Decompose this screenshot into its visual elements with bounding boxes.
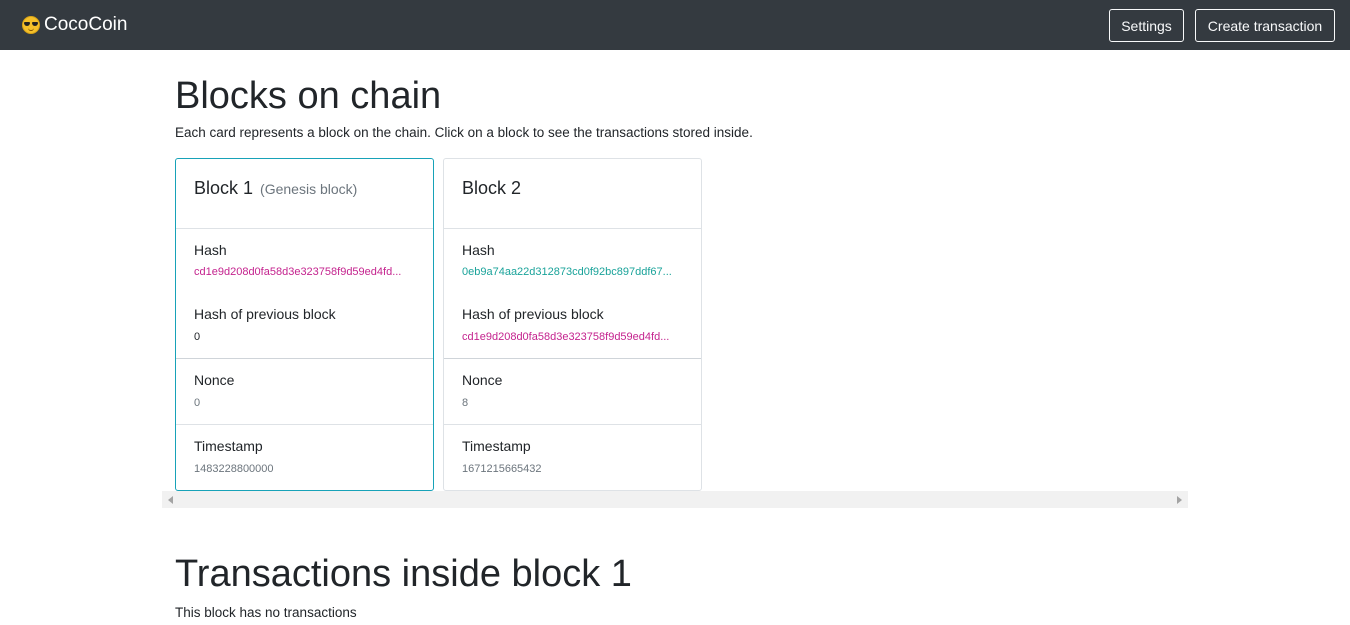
block-title: Block 2 <box>462 178 521 199</box>
block-card-1[interactable]: Block 1 (Genesis block) Hash cd1e9d208d0… <box>175 158 434 491</box>
block-nonce-section: Nonce 0 <box>176 359 433 425</box>
block-card-2[interactable]: Block 2 Hash 0eb9a74aa22d312873cd0f92bc8… <box>443 158 702 491</box>
sunglasses-face-icon <box>22 16 40 34</box>
scroll-left-arrow-icon[interactable] <box>168 496 173 504</box>
hash-value: 0eb9a74aa22d312873cd0f92bc897ddf67... <box>462 266 672 278</box>
block-card-header: Block 2 <box>444 159 701 229</box>
hash-label: Hash <box>194 242 227 258</box>
nonce-label: Nonce <box>462 372 503 388</box>
block-title: Block 1 (Genesis block) <box>194 178 357 199</box>
prev-hash-value: cd1e9d208d0fa58d3e323758f9d59ed4fd... <box>462 331 670 343</box>
settings-button[interactable]: Settings <box>1109 9 1184 42</box>
prev-hash-value: 0 <box>194 331 201 343</box>
hash-value: cd1e9d208d0fa58d3e323758f9d59ed4fd... <box>194 266 402 278</box>
genesis-badge: (Genesis block) <box>260 181 358 197</box>
block-card-header: Block 1 (Genesis block) <box>176 159 433 229</box>
block-nonce-section: Nonce 8 <box>444 359 701 425</box>
brand-link[interactable]: CocoCoin <box>22 13 127 37</box>
timestamp-value: 1671215665432 <box>462 463 542 475</box>
prev-hash-label: Hash of previous block <box>194 306 336 322</box>
scroll-right-arrow-icon[interactable] <box>1177 496 1182 504</box>
block-hash-section: Hash 0eb9a74aa22d312873cd0f92bc897ddf67.… <box>444 229 701 359</box>
no-transactions-text: This block has no transactions <box>175 605 357 620</box>
nonce-label: Nonce <box>194 372 235 388</box>
nonce-value: 0 <box>194 397 201 409</box>
horizontal-scrollbar[interactable] <box>162 491 1188 508</box>
block-timestamp-section: Timestamp 1483228800000 <box>176 425 433 490</box>
block-title-text: Block 1 <box>194 178 254 198</box>
timestamp-label: Timestamp <box>194 438 263 454</box>
transactions-title: Transactions inside block 1 <box>175 553 632 595</box>
block-hash-section: Hash cd1e9d208d0fa58d3e323758f9d59ed4fd.… <box>176 229 433 359</box>
block-title-text: Block 2 <box>462 178 522 198</box>
navbar: CocoCoin Settings Create transaction <box>0 0 1350 50</box>
blocks-description: Each card represents a block on the chai… <box>175 125 753 140</box>
nonce-value: 8 <box>462 397 469 409</box>
blocks-scroll-container: Block 1 (Genesis block) Hash cd1e9d208d0… <box>162 155 1188 508</box>
prev-hash-label: Hash of previous block <box>462 306 604 322</box>
create-transaction-button[interactable]: Create transaction <box>1195 9 1335 42</box>
timestamp-value: 1483228800000 <box>194 463 274 475</box>
timestamp-label: Timestamp <box>462 438 531 454</box>
block-timestamp-section: Timestamp 1671215665432 <box>444 425 701 490</box>
hash-label: Hash <box>462 242 495 258</box>
brand-name: CocoCoin <box>44 14 128 35</box>
page-title: Blocks on chain <box>175 75 442 117</box>
